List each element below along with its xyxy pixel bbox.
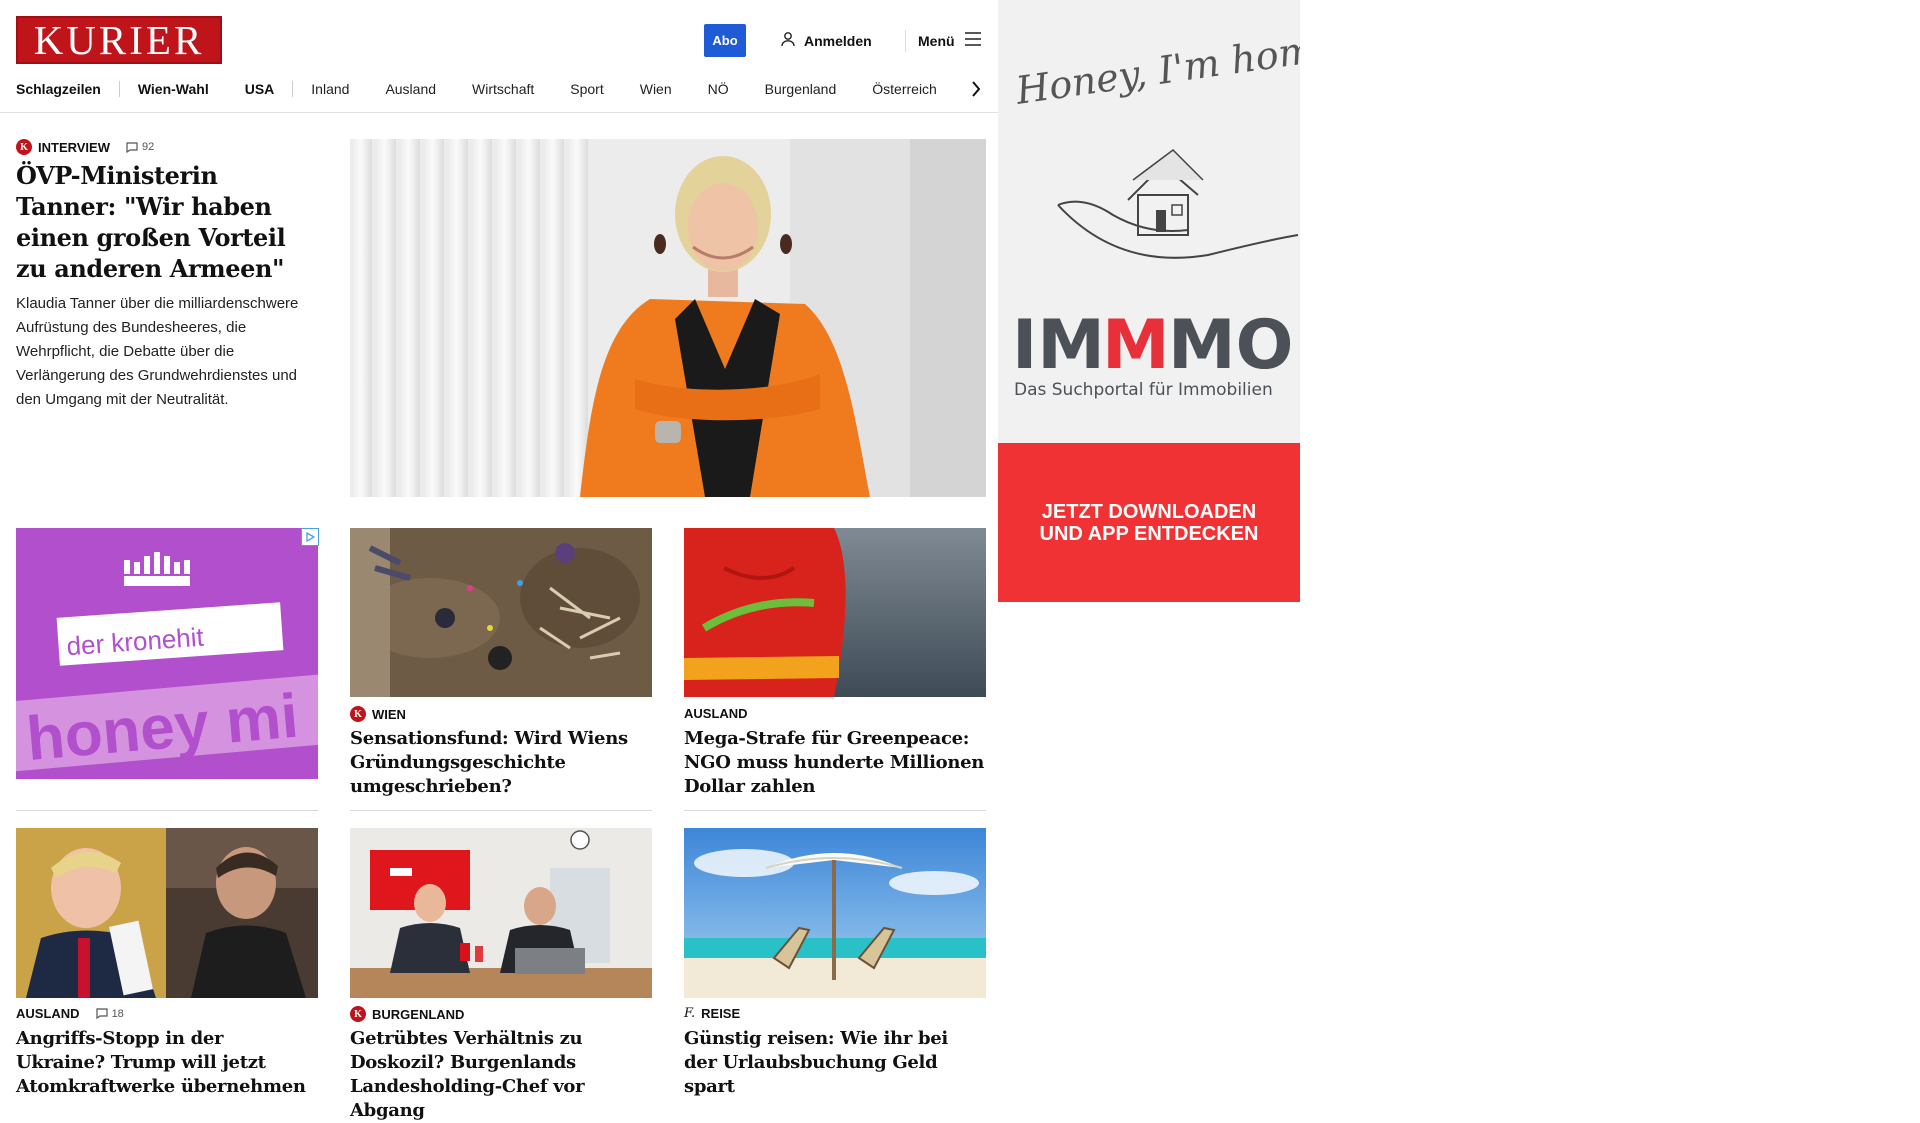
- card-image-wien[interactable]: [350, 528, 652, 697]
- hamburger-icon: [964, 32, 981, 49]
- kurier-plus-badge-icon: K: [350, 706, 366, 722]
- nav-item-ausland[interactable]: Ausland: [367, 81, 454, 97]
- immmo-download-button[interactable]: JETZT DOWNLOADEN UND APP ENTDECKEN: [998, 443, 1300, 602]
- lead-category[interactable]: INTERVIEW: [38, 140, 110, 155]
- kurier-plus-badge-icon: K: [16, 139, 32, 155]
- cta-line-2: UND APP ENTDECKEN: [1039, 522, 1259, 545]
- login-button[interactable]: Anmelden: [780, 24, 872, 57]
- card-image-burgenland[interactable]: [350, 828, 652, 998]
- card-comment-count: 18: [111, 1007, 124, 1020]
- card-meta-wien: K WIEN: [350, 706, 406, 722]
- kurier-logo[interactable]: KURIER: [16, 16, 222, 64]
- abo-button[interactable]: Abo: [704, 24, 746, 57]
- card-comments-ukraine[interactable]: 18: [95, 1007, 124, 1020]
- lead-meta: K INTERVIEW 92: [16, 139, 154, 155]
- nav-item-usa[interactable]: USA: [227, 81, 293, 97]
- card-meta-greenpeace: AUSLAND: [684, 706, 748, 721]
- immmo-brand-a: IM: [1012, 306, 1105, 385]
- card-image-reise[interactable]: [684, 828, 986, 998]
- nav-item-schlagzeilen[interactable]: Schlagzeilen: [16, 81, 119, 97]
- comment-icon: [126, 141, 138, 153]
- lead-teaser[interactable]: Klaudia Tanner über die milliardenschwer…: [16, 292, 320, 412]
- comment-icon: [95, 1008, 108, 1019]
- nav-item-noe[interactable]: NÖ: [690, 81, 747, 97]
- card-meta-reise: f. REISE: [684, 1006, 740, 1021]
- user-icon: [780, 31, 796, 50]
- card-meta-burgenland: K BURGENLAND: [350, 1006, 464, 1022]
- card-divider: [684, 810, 986, 811]
- main-navigation: Schlagzeilen Wien-Wahl USA Inland Auslan…: [16, 76, 996, 102]
- chevron-right-icon: [972, 81, 981, 97]
- freizeit-icon: f.: [684, 1006, 696, 1021]
- nav-item-burgenland[interactable]: Burgenland: [747, 81, 855, 97]
- card-image-greenpeace[interactable]: [684, 528, 986, 697]
- lead-image[interactable]: [350, 139, 986, 497]
- header-rule: [0, 112, 998, 113]
- cta-line-1: JETZT DOWNLOADEN: [1041, 500, 1257, 523]
- nav-item-wien[interactable]: Wien: [622, 81, 690, 97]
- nav-item-oesterreich[interactable]: Österreich: [854, 81, 955, 97]
- menu-button[interactable]: Menü: [918, 24, 981, 57]
- card-headline-wien[interactable]: Sensationsfund: Wird Wiens Gründungsgesc…: [350, 727, 652, 799]
- lead-comments[interactable]: 92: [126, 141, 154, 153]
- lead-headline[interactable]: ÖVP-Ministerin Tanner: "Wir haben einen …: [16, 160, 316, 284]
- nav-item-sport[interactable]: Sport: [552, 81, 621, 97]
- card-headline-ukraine[interactable]: Angriffs-Stopp in der Ukraine? Trump wil…: [16, 1027, 318, 1099]
- card-meta-ukraine: AUSLAND 18: [16, 1006, 124, 1021]
- card-headline-greenpeace[interactable]: Mega-Strafe für Greenpeace: NGO muss hun…: [684, 727, 986, 799]
- card-category-reise[interactable]: REISE: [701, 1006, 740, 1021]
- immmo-brand-c: MO: [1168, 306, 1293, 385]
- nav-item-wien-wahl[interactable]: Wien-Wahl: [120, 81, 227, 97]
- login-label: Anmelden: [804, 32, 872, 49]
- immmo-subtitle: Das Suchportal für Immobilien: [1014, 380, 1273, 400]
- nav-item-wirtschaft[interactable]: Wirtschaft: [454, 81, 552, 97]
- card-category-ukraine[interactable]: AUSLAND: [16, 1006, 80, 1021]
- lead-comment-count: 92: [142, 141, 155, 153]
- nav-item-inland[interactable]: Inland: [293, 81, 367, 97]
- card-category-greenpeace[interactable]: AUSLAND: [684, 706, 748, 721]
- immmo-brand-b: M: [1102, 306, 1170, 385]
- card-category-wien[interactable]: WIEN: [372, 707, 406, 722]
- card-category-burgenland[interactable]: BURGENLAND: [372, 1007, 464, 1022]
- kronehit-ad[interactable]: honey mi der kronehit: [16, 528, 318, 779]
- menu-label: Menü: [918, 32, 955, 49]
- ad-choices-icon[interactable]: [301, 528, 319, 546]
- kurier-plus-badge-icon: K: [350, 1006, 366, 1022]
- card-image-ukraine[interactable]: [16, 828, 318, 998]
- card-headline-reise[interactable]: Günstig reisen: Wie ihr bei der Urlaubsb…: [684, 1027, 986, 1099]
- card-headline-burgenland[interactable]: Getrübtes Verhältnis zu Doskozil? Burgen…: [350, 1027, 652, 1123]
- header-divider: [905, 30, 906, 52]
- nav-scroll-right-button[interactable]: [966, 76, 986, 102]
- card-divider: [350, 810, 652, 811]
- card-divider: [16, 810, 318, 811]
